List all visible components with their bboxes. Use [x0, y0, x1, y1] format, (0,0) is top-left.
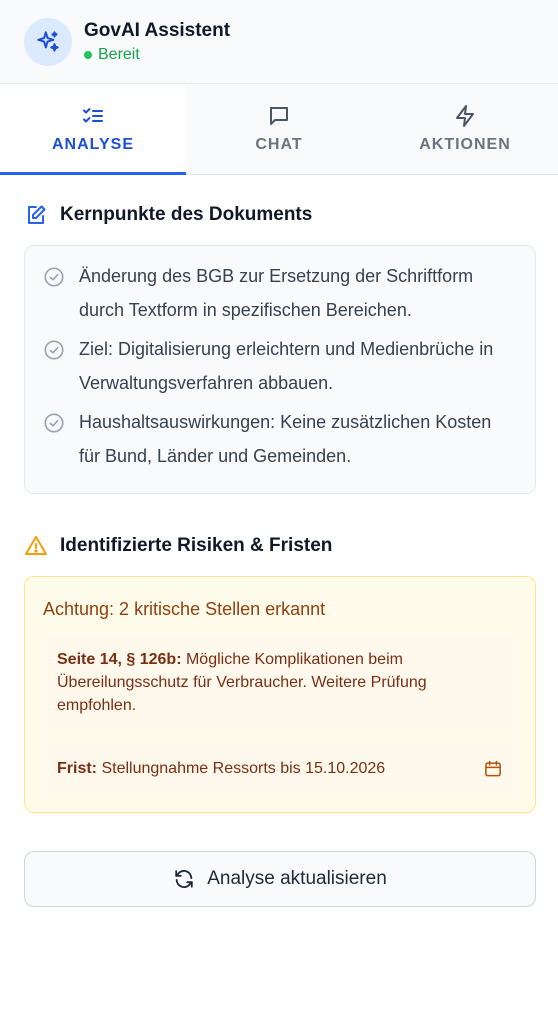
status-text: Bereit: [98, 45, 140, 63]
list-item: Änderung des BGB zur Ersetzung der Schri…: [43, 264, 515, 327]
main-content: Kernpunkte des Dokuments Änderung des BG…: [0, 203, 558, 907]
risk-item-label: Seite 14, § 126b:: [57, 651, 182, 668]
point-text: Ziel: Digitalisierung erleichtern und Me…: [79, 339, 494, 393]
tab-label: ANALYSE: [52, 136, 134, 153]
refresh-analysis-button[interactable]: Analyse aktualisieren: [24, 851, 536, 907]
tab-analyse[interactable]: ANALYSE: [0, 84, 186, 175]
point-text: Haushaltsauswirkungen: Keine zusätzliche…: [79, 412, 492, 466]
lightning-icon: [456, 105, 474, 127]
app-title: GovAI Assistent: [84, 19, 231, 41]
list-item: Haushaltsauswirkungen: Keine zusätzliche…: [43, 410, 515, 473]
tab-aktionen[interactable]: AKTIONEN: [372, 84, 558, 174]
check-circle-icon: [44, 267, 64, 287]
section-title: Identifizierte Risiken & Fristen: [60, 535, 333, 556]
list-item: Ziel: Digitalisierung erleichtern und Me…: [43, 337, 515, 400]
document-edit-icon: [28, 205, 46, 224]
tab-label: CHAT: [255, 136, 303, 153]
refresh-icon: [175, 870, 193, 888]
warning-triangle-icon: [25, 536, 47, 555]
deadline-text: Stellungnahme Ressorts bis 15.10.2026: [97, 760, 386, 777]
assistant-avatar: [24, 17, 72, 66]
app-header: GovAI Assistent Bereit: [0, 0, 558, 84]
point-text: Änderung des BGB zur Ersetzung der Schri…: [79, 266, 474, 320]
calendar-icon[interactable]: [483, 759, 503, 779]
risk-alert: Achtung: 2 kritische Stellen erkannt: [43, 599, 326, 619]
risk-item: Seite 14, § 126b: Mögliche Komplikatione…: [43, 636, 517, 729]
refresh-label: Analyse aktualisieren: [207, 868, 387, 889]
tab-bar: ANALYSE CHAT AKTIONEN: [0, 84, 558, 175]
deadline-item: Frist: Stellungnahme Ressorts bis 15.10.…: [43, 743, 517, 794]
key-points-header: Kernpunkte des Dokuments: [24, 203, 536, 227]
key-points-card: Änderung des BGB zur Ersetzung der Schri…: [24, 245, 536, 494]
list-check-icon: [83, 108, 103, 123]
status-indicator: Bereit: [84, 46, 230, 64]
section-title: Kernpunkte des Dokuments: [60, 204, 313, 225]
deadline-label: Frist:: [57, 760, 97, 777]
check-circle-icon: [44, 413, 64, 433]
risk-card: Achtung: 2 kritische Stellen erkannt Sei…: [24, 576, 536, 813]
risks-header: Identifizierte Risiken & Fristen: [24, 534, 536, 558]
tab-chat[interactable]: CHAT: [186, 84, 372, 174]
status-dot: [84, 50, 92, 59]
deadline-content: Frist: Stellungnahme Ressorts bis 15.10.…: [57, 757, 385, 780]
chat-bubble-icon: [270, 107, 288, 125]
check-circle-icon: [44, 340, 64, 360]
sparkles-icon: [37, 30, 59, 52]
tab-label: AKTIONEN: [419, 136, 511, 153]
